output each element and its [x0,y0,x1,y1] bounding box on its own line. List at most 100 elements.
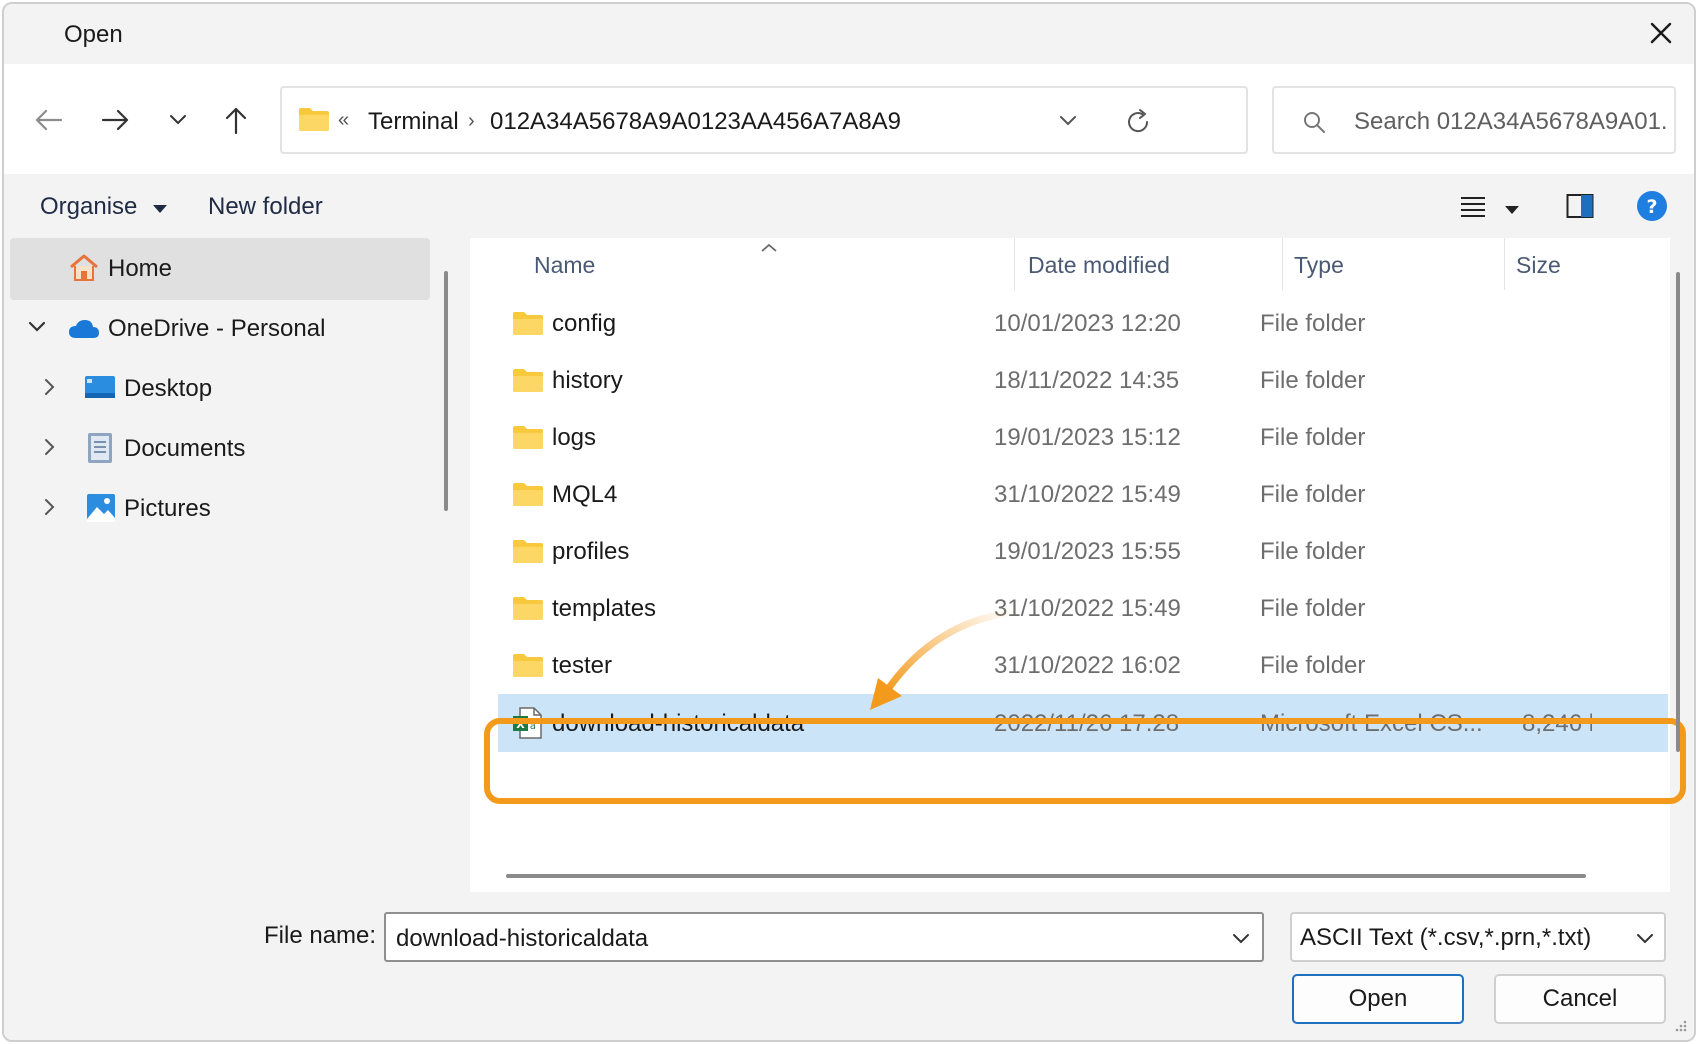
file-date: 31/10/2022 15:49 [994,481,1181,508]
svg-text:X: X [516,718,525,731]
column-header-size[interactable]: Size [1516,252,1561,279]
folder-icon [512,367,544,398]
chevron-down-icon[interactable] [28,320,46,338]
up-arrow-icon[interactable] [216,100,256,140]
column-divider[interactable] [1014,238,1015,290]
table-row[interactable]: history 18/11/2022 14:35 File folder [498,351,1668,409]
file-name: config [552,310,617,337]
breadcrumb-current-folder[interactable]: 012A34A5678A9A0123AA456A7A8A9 [490,108,901,136]
chevron-right-icon[interactable] [44,498,56,521]
file-type-value: ASCII Text (*.csv,*.prn,*.txt) [1300,924,1592,951]
file-type: File folder [1260,538,1366,565]
sidebar-item-documents[interactable]: Documents [10,418,430,480]
close-icon[interactable] [1644,16,1678,50]
table-row[interactable]: tester 31/10/2022 16:02 File folder [498,636,1668,694]
folder-icon [512,481,544,512]
organise-button[interactable]: Organise [40,193,168,221]
table-row[interactable]: logs 19/01/2023 15:12 File folder [498,408,1668,466]
breadcrumb-separator-icon: › [468,110,475,132]
sidebar-item-label: Documents [124,435,246,462]
new-folder-button[interactable]: New folder [208,193,323,221]
horizontal-scrollbar[interactable] [506,874,1586,878]
search-box[interactable]: Search 012A34A5678A9A01... [1272,86,1676,154]
column-divider[interactable] [1504,238,1505,290]
breadcrumb-terminal[interactable]: Terminal [368,108,459,136]
sidebar-item-label: Home [108,255,173,282]
svg-text:?: ? [1646,196,1657,218]
sidebar-item-pictures[interactable]: Pictures [10,478,430,540]
folder-icon [512,652,544,683]
file-type: File folder [1260,310,1366,337]
sidebar-item-home[interactable]: Home [10,238,430,300]
column-header-date-modified[interactable]: Date modified [1028,252,1170,279]
preview-pane-icon[interactable] [1566,192,1594,225]
sidebar-item-desktop[interactable]: Desktop [10,358,430,420]
navigation-pane-scrollbar[interactable] [444,271,448,511]
refresh-icon[interactable] [1124,108,1152,141]
cancel-button[interactable]: Cancel [1494,974,1666,1024]
resize-grip-icon[interactable] [1672,1017,1688,1038]
sort-ascending-icon [760,240,778,258]
table-row[interactable]: templates 31/10/2022 15:49 File folder [498,579,1668,637]
file-date: 2022/11/26 17:28 [994,710,1180,737]
file-name: history [552,367,623,394]
recent-locations-chevron-icon[interactable] [158,100,198,140]
open-button[interactable]: Open [1292,974,1464,1024]
file-selection-bar: File name: download-historicaldata ASCII… [4,892,1694,1040]
address-overflow-chevron[interactable]: « [338,109,349,132]
file-date: 19/01/2023 15:12 [994,424,1181,451]
forward-arrow-icon[interactable] [96,100,136,140]
table-row[interactable]: profiles 19/01/2023 15:55 File folder [498,522,1668,580]
view-options-caret-icon[interactable] [1504,202,1520,220]
file-type: File folder [1260,481,1366,508]
command-bar: Organise New folder ? [4,174,1694,238]
navigation-pane: Home OneDrive - Personal Desktop Documen… [4,238,432,892]
sidebar-item-label: Pictures [124,495,211,522]
file-name: MQL4 [552,481,618,508]
back-arrow-icon[interactable] [28,100,68,140]
folder-icon [512,538,544,569]
folder-icon [512,424,544,455]
column-header-type[interactable]: Type [1294,252,1344,279]
desktop-icon [84,374,116,407]
pictures-icon [86,493,116,528]
sidebar-item-label: OneDrive - Personal [108,315,326,342]
table-row[interactable]: MQL4 31/10/2022 15:49 File folder [498,465,1668,523]
search-icon [1302,110,1326,139]
chevron-down-icon[interactable] [1232,932,1250,950]
help-icon[interactable]: ? [1636,190,1668,227]
vertical-scrollbar[interactable] [1676,272,1680,752]
chevron-right-icon[interactable] [44,378,56,401]
file-name-input[interactable]: download-historicaldata [396,925,648,953]
cloud-icon [68,318,100,345]
file-date: 18/11/2022 14:35 [994,367,1180,394]
folder-icon [512,595,544,626]
chevron-right-icon[interactable] [44,438,56,461]
column-divider[interactable] [1282,238,1283,290]
file-name: templates [552,595,657,622]
file-type-dropdown[interactable]: ASCII Text (*.csv,*.prn,*.txt) [1290,912,1666,962]
file-name-combobox[interactable]: download-historicaldata [384,912,1264,962]
caret-down-icon [153,205,168,213]
file-name-label: File name: [264,922,377,949]
file-type: File folder [1260,367,1366,394]
file-name: tester [552,652,613,679]
table-row[interactable]: config 10/01/2023 12:20 File folder [498,294,1668,352]
sidebar-item-onedrive[interactable]: OneDrive - Personal [10,298,430,360]
file-type: File folder [1260,424,1366,451]
view-list-icon[interactable] [1460,196,1486,223]
annotation-arrow-icon [870,608,1018,710]
table-row-selected[interactable]: Xa download-historicaldata 2022/11/26 17… [498,694,1668,752]
file-type: File folder [1260,652,1366,679]
file-name: download-historicaldata [552,710,805,737]
column-header-name[interactable]: Name [534,252,595,279]
search-input[interactable]: Search 012A34A5678A9A01... [1354,108,1666,136]
open-dialog: Open « Terminal › 012A34A5678A9A0123AA45… [2,2,1696,1042]
address-dropdown-chevron-icon[interactable] [1058,114,1078,133]
file-size: 8,246 k [1522,710,1592,737]
file-name: logs [552,424,597,451]
home-icon [68,253,100,288]
address-bar[interactable]: « Terminal › 012A34A5678A9A0123AA456A7A8… [280,86,1248,154]
file-date: 19/01/2023 15:55 [994,538,1181,565]
chevron-down-icon[interactable] [1636,932,1654,950]
